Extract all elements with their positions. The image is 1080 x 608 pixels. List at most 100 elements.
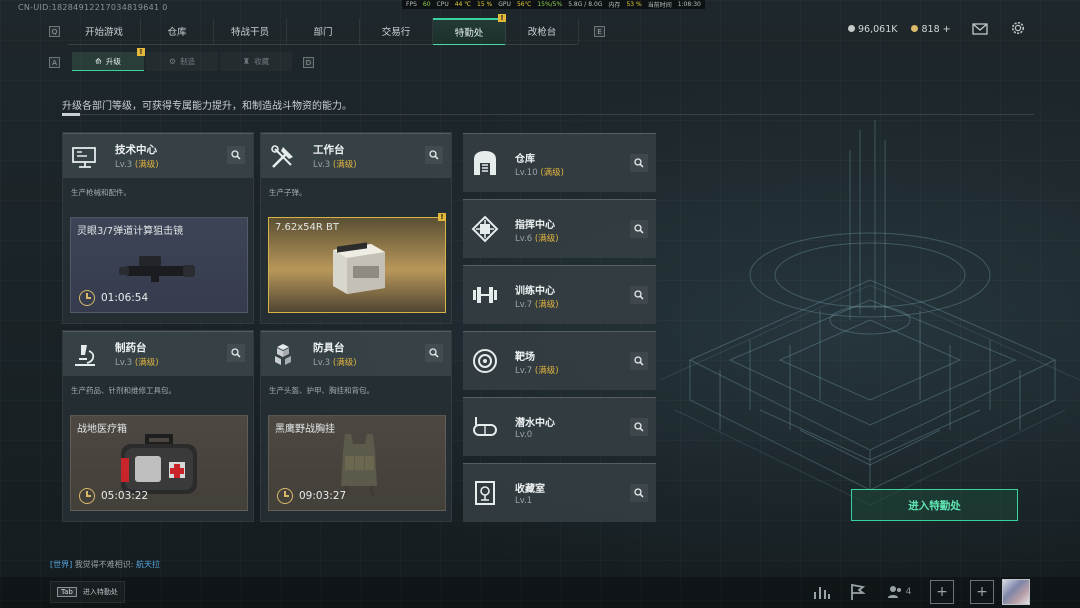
plus-icon: + <box>936 584 948 600</box>
card-header: 技术中心 Lv.3 (满级) <box>63 133 253 178</box>
card-header: 制药台 Lv.3 (满级) <box>63 331 253 376</box>
team-flag-icon[interactable] <box>848 582 868 602</box>
card-level: Lv.6 (满级) <box>515 234 559 244</box>
chat-line[interactable]: [世界] 我觉得不难相识: 航天拉 <box>50 559 160 570</box>
friends-icon <box>887 586 901 598</box>
crafting-slot[interactable]: 灵眼3/7弹道计算狙击镜 01:06:54 <box>70 217 248 313</box>
card-level: Lv.3 (满级) <box>313 358 357 368</box>
timer-value: 09:03:27 <box>299 490 347 502</box>
timer-icon <box>277 488 293 504</box>
mail-icon[interactable] <box>972 22 988 36</box>
currency-row: 96,061K 818 + <box>848 24 951 35</box>
stats-chart-icon[interactable] <box>812 582 832 602</box>
tab-start-game[interactable]: 开始游戏 <box>68 18 141 44</box>
command-chip-icon <box>471 215 499 243</box>
dept-card-collection-room[interactable]: 收藏室 Lv.1 <box>463 463 656 522</box>
subtab-craft[interactable]: ⚙ 制造 <box>146 52 218 71</box>
search-button[interactable] <box>425 146 443 164</box>
card-title: 靶场 <box>515 352 535 363</box>
dept-card-dive-center[interactable]: 潜水中心 Lv.0 <box>463 397 656 456</box>
chat-name: 航天拉 <box>136 560 161 569</box>
tab-departments[interactable]: 部门 <box>287 18 360 44</box>
card-header: 工作台 Lv.3 (满级) <box>261 133 451 178</box>
search-icon <box>231 150 241 160</box>
add-slot-button[interactable]: + <box>930 580 954 604</box>
mem-usage: 53 % <box>626 1 642 8</box>
fps-value: 60 <box>422 1 431 8</box>
gold-coin-icon <box>911 25 919 32</box>
dept-card-shooting-range[interactable]: 靶场 Lv.7 (满级) <box>463 331 656 390</box>
search-icon <box>634 224 644 234</box>
subtab-collection[interactable]: ♜ 收藏 <box>220 52 292 71</box>
dept-card-command-center[interactable]: 指挥中心 Lv.6 (满级) <box>463 199 656 258</box>
dive-mask-icon <box>473 417 497 436</box>
gear-icon[interactable] <box>1010 21 1026 35</box>
friends-button[interactable]: 4 <box>884 582 914 602</box>
gpu-usage: 15%/5% <box>537 1 563 8</box>
card-description: 生产头盔、护甲、胸挂和背包。 <box>269 386 374 395</box>
performance-overlay: FPS 60 CPU 44 ℃ 15 % GPU 56℃ 15%/5% 5.8G… <box>402 0 705 9</box>
card-title: 工作台 <box>313 144 345 156</box>
tab-special-ops[interactable]: 特勤处 ! <box>433 14 506 45</box>
base-blueprint-illustration <box>660 120 1080 506</box>
search-button[interactable] <box>630 220 648 238</box>
subtab-craft-label: 制造 <box>180 57 196 66</box>
gpu-label: GPU <box>498 1 511 8</box>
computer-icon <box>72 147 96 168</box>
crafting-slot[interactable]: 战地医疗箱 05:03:22 <box>70 415 248 511</box>
main-nav-tabs: 开始游戏 仓库 特战干员 部门 交易行 特勤处 ! 改枪台 <box>68 14 579 45</box>
card-header: 防具台 Lv.3 (满级) <box>261 331 451 376</box>
search-icon <box>634 422 644 432</box>
dept-card-training-center[interactable]: 训练中心 Lv.7 (满级) <box>463 265 656 324</box>
dumbbell-icon <box>473 287 497 303</box>
enter-special-ops-button[interactable]: 进入特勤处 <box>851 489 1018 521</box>
nav-next-key[interactable]: E <box>594 26 605 37</box>
search-button[interactable] <box>630 484 648 502</box>
search-icon <box>231 348 241 358</box>
card-title: 潜水中心 <box>515 418 555 429</box>
tab-trading[interactable]: 交易行 <box>360 18 433 44</box>
nav-prev-key[interactable]: Q <box>49 26 60 37</box>
timer-value: 01:06:54 <box>101 292 149 304</box>
silver-amount: 96,061K <box>858 24 898 35</box>
search-button[interactable] <box>227 344 245 362</box>
friends-count: 4 <box>905 587 912 597</box>
cpu-usage: 15 % <box>477 1 493 8</box>
subtab-upgrade-label: 升级 <box>105 56 121 66</box>
gpu-temp: 56℃ <box>516 1 532 8</box>
tab-operators[interactable]: 特战干员 <box>214 18 287 44</box>
search-icon <box>429 348 439 358</box>
search-button[interactable] <box>630 154 648 172</box>
card-description: 生产药品、针剂和维修工具包。 <box>71 386 176 395</box>
dept-card-tech-center[interactable]: 技术中心 Lv.3 (满级) 生产枪械和配件。 灵眼3/7弹道计算狙击镜 01:… <box>62 132 254 324</box>
gold-amount: 818 + <box>921 24 951 35</box>
dept-card-warehouse[interactable]: 仓库 Lv.10 (满级) <box>463 133 656 192</box>
dept-card-armor-bench[interactable]: 防具台 Lv.3 (满级) 生产头盔、护甲、胸挂和背包。 黑鹰野战胸挂 09:0… <box>260 330 452 522</box>
card-title: 训练中心 <box>515 286 555 297</box>
crafting-slot[interactable]: 黑鹰野战胸挂 09:03:27 <box>268 415 446 511</box>
craft-icon: ⚙ <box>168 57 177 66</box>
search-button[interactable] <box>630 352 648 370</box>
search-icon <box>634 290 644 300</box>
search-button[interactable] <box>630 418 648 436</box>
tab-gunsmith[interactable]: 改枪台 <box>506 18 579 44</box>
add-slot-button[interactable]: + <box>970 580 994 604</box>
card-level: Lv.3 (满级) <box>313 160 357 170</box>
upgrade-icon: ⟰ <box>95 56 102 66</box>
tab-warehouse[interactable]: 仓库 <box>141 18 214 44</box>
player-uid: CN-UID:18284912217034819641 0 <box>18 3 168 12</box>
subtab-prev-key[interactable]: A <box>49 57 60 68</box>
keyboard-hint[interactable]: Tab 进入特勤处 <box>50 581 125 603</box>
search-button[interactable] <box>630 286 648 304</box>
timer-icon <box>79 290 95 306</box>
subtab-next-key[interactable]: D <box>303 57 314 68</box>
search-button[interactable] <box>425 344 443 362</box>
search-button[interactable] <box>227 146 245 164</box>
dept-card-pharmacy[interactable]: 制药台 Lv.3 (满级) 生产药品、针剂和维修工具包。 战地医疗箱 05:03… <box>62 330 254 522</box>
subtab-upgrade[interactable]: ⟰ 升级 ! <box>72 48 145 71</box>
dept-card-workbench[interactable]: 工作台 Lv.3 (满级) 生产子弹。 7.62x54R BT ! <box>260 132 452 324</box>
collection-icon: ♜ <box>242 57 251 66</box>
gold-currency[interactable]: 818 + <box>911 24 951 35</box>
avatar[interactable] <box>1002 579 1030 605</box>
crafting-slot[interactable]: 7.62x54R BT ! <box>268 213 446 313</box>
